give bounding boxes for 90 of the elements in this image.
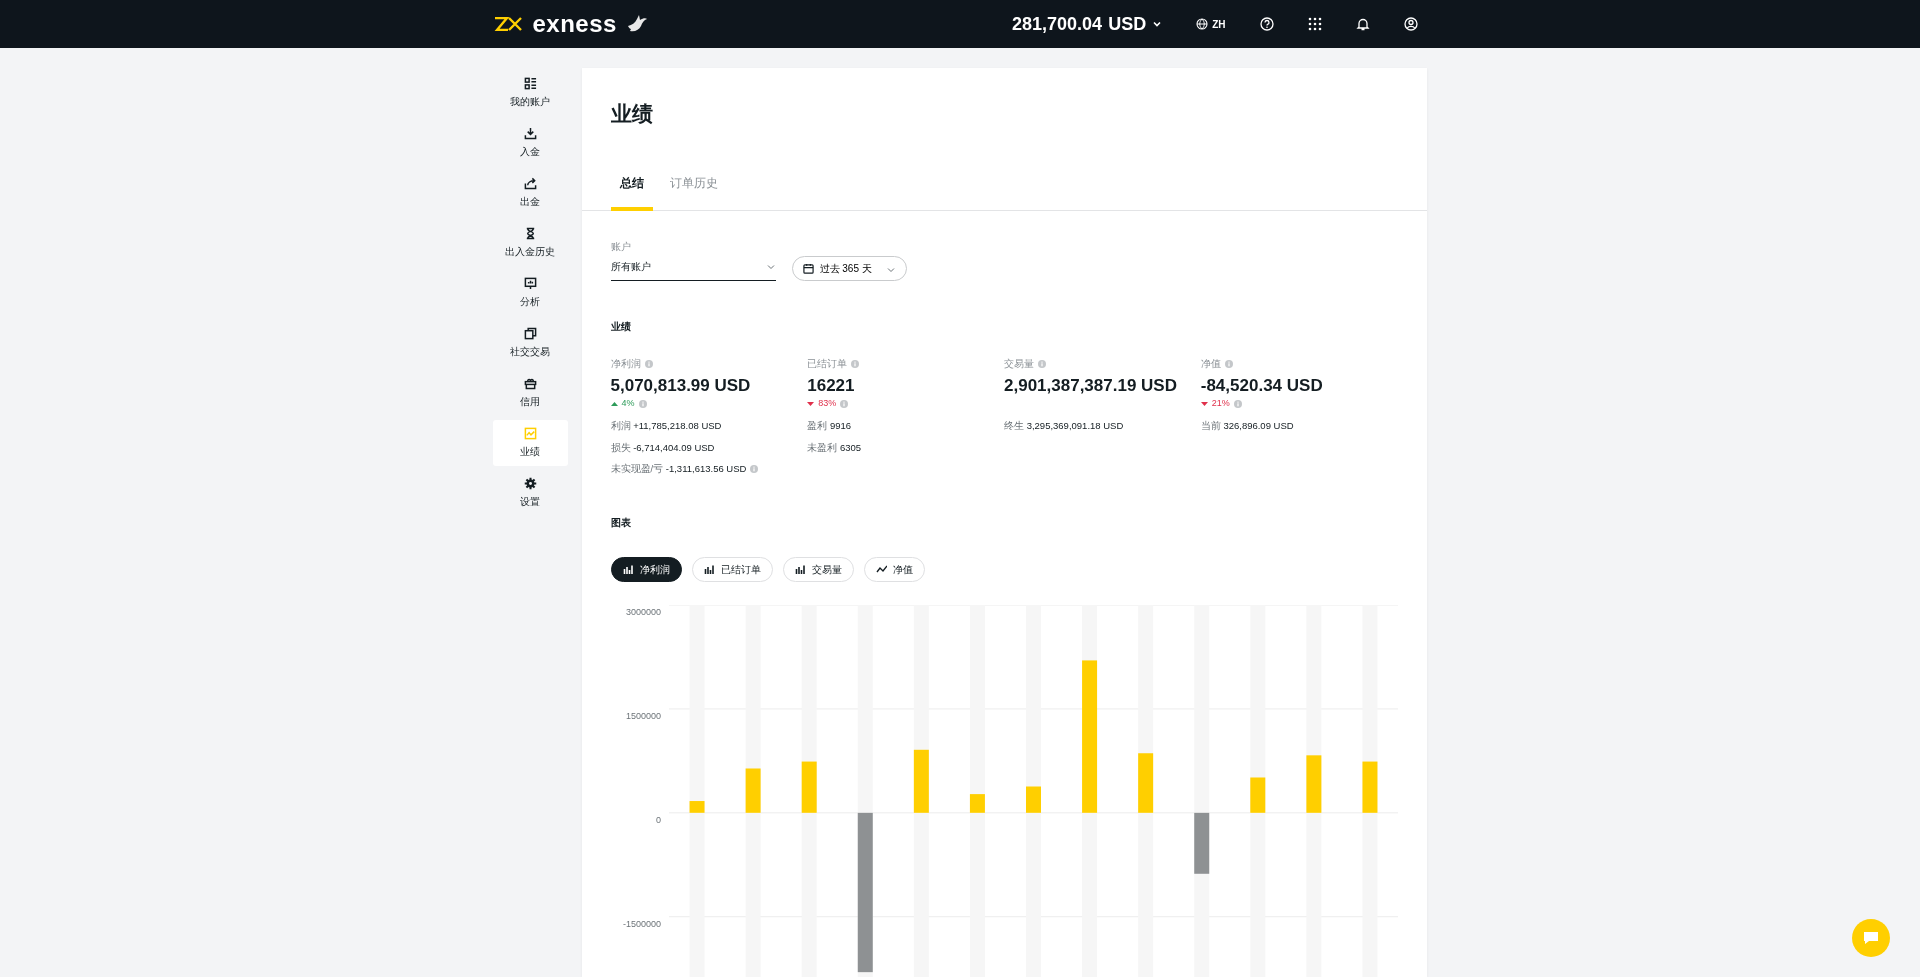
down-triangle-icon	[1200, 400, 1208, 407]
axis-label: 1500000	[625, 710, 661, 721]
notifications-button[interactable]	[1355, 17, 1370, 31]
stat-label: 交易量	[1004, 357, 1034, 372]
stat-detail: 盈利 9916	[807, 421, 852, 432]
sidebar-item[interactable]: 社交交易	[492, 320, 568, 366]
stat-detail: 当前 326,896.09 USD	[1200, 421, 1294, 432]
balance-dropdown[interactable]: 281,700.04 USD	[1012, 10, 1163, 38]
stat-detail: 终生 3,295,369,091.18 USD	[1004, 421, 1124, 432]
bar	[1193, 812, 1209, 874]
section-heading: 业绩	[610, 320, 632, 335]
axis-label: 3000000	[625, 606, 661, 617]
sidebar-item[interactable]: 设置	[492, 470, 568, 516]
sidebar-item[interactable]: 出金	[492, 170, 568, 216]
down-triangle-icon	[807, 400, 815, 407]
info-icon	[638, 399, 647, 408]
help-icon	[1259, 17, 1274, 31]
date-range-dropdown[interactable]: 过去 365 天	[791, 256, 907, 282]
help-button[interactable]	[1259, 17, 1274, 31]
stat-value: -84,520.34 USD	[1200, 375, 1324, 398]
page-title: 业绩	[609, 101, 654, 127]
bar	[745, 768, 761, 813]
line-chart-icon	[875, 564, 887, 575]
bell-icon	[1355, 17, 1370, 31]
axis-label: 0	[655, 814, 661, 825]
bar	[1025, 786, 1041, 813]
change-indicator: 83%	[807, 397, 837, 411]
profile-button[interactable]	[1403, 17, 1418, 31]
stat-label: 已结订单	[807, 357, 848, 372]
stat-detail: 未实现盈/亏 -1,311,613.56 USD	[610, 464, 747, 475]
stat-value: 2,901,387,387.19 USD	[1004, 375, 1178, 398]
tab[interactable]: 总结	[610, 166, 653, 212]
info-icon	[1224, 359, 1233, 368]
chevron-down-icon	[1152, 19, 1163, 29]
sidebar-item[interactable]: 出入金历史	[492, 220, 568, 266]
bar-chart-icon	[794, 564, 806, 575]
calendar-icon	[802, 263, 814, 275]
bar	[801, 761, 817, 813]
globe-icon	[1196, 18, 1209, 30]
bar	[1361, 761, 1377, 813]
bar	[1249, 777, 1265, 813]
logo-text: exness	[532, 9, 617, 39]
stat-detail: 损失 -6,714,404.09 USD	[610, 442, 715, 454]
up-triangle-icon	[610, 400, 618, 407]
chat-icon	[1862, 929, 1880, 947]
bar	[1305, 754, 1321, 813]
language-button[interactable]: ZH	[1196, 16, 1226, 32]
chart-tab[interactable]: 净值	[863, 556, 925, 582]
chart-board-icon	[523, 277, 537, 290]
apps-grid-icon	[1307, 17, 1322, 31]
apps-button[interactable]	[1307, 17, 1322, 31]
grid-icon	[523, 77, 537, 90]
bar	[1137, 752, 1153, 813]
stat-value: 5,070,813.99 USD	[610, 375, 752, 398]
axis-label: -1500000	[622, 918, 661, 929]
bar	[913, 749, 929, 813]
sidebar-item[interactable]: 入金	[492, 120, 568, 166]
gear-icon	[523, 477, 537, 490]
section-heading: 图表	[610, 515, 632, 530]
change-indicator: 4%	[610, 397, 635, 411]
user-icon	[1403, 17, 1418, 31]
info-icon	[644, 359, 653, 368]
info-icon	[750, 465, 759, 474]
stat-detail: 未盈利 6305	[807, 442, 862, 454]
change-indicator: 21%	[1200, 397, 1230, 411]
info-icon	[840, 399, 849, 408]
bar	[969, 793, 985, 813]
stat-value: 16221	[807, 375, 856, 398]
stat-detail: 利润 +11,785,218.08 USD	[610, 421, 722, 432]
info-icon	[1038, 359, 1046, 368]
upload-icon	[523, 177, 537, 190]
logo-mark-icon	[492, 17, 525, 31]
stat-label: 净利润	[610, 357, 641, 372]
bar-chart-icon	[703, 564, 715, 575]
stat-label: 净值	[1200, 357, 1221, 372]
stacked-cards-icon	[523, 327, 537, 340]
chart-tab[interactable]: 净利润	[610, 556, 682, 582]
gift-icon	[523, 377, 537, 390]
download-icon	[523, 127, 537, 140]
sidebar-item[interactable]: 信用	[492, 370, 568, 416]
account-select[interactable]: 账户 所有账户	[610, 239, 776, 282]
sidebar-item[interactable]: 业绩	[492, 420, 568, 466]
chart-tab[interactable]: 交易量	[782, 556, 854, 582]
line-chart-icon	[523, 427, 537, 440]
sidebar-item[interactable]: 分析	[492, 270, 568, 316]
chart-tab[interactable]: 已结订单	[691, 556, 773, 582]
sidebar-item[interactable]: 我的账户	[492, 70, 568, 116]
info-icon	[1233, 399, 1242, 408]
bar-chart-icon	[622, 564, 634, 575]
info-icon	[851, 359, 860, 368]
